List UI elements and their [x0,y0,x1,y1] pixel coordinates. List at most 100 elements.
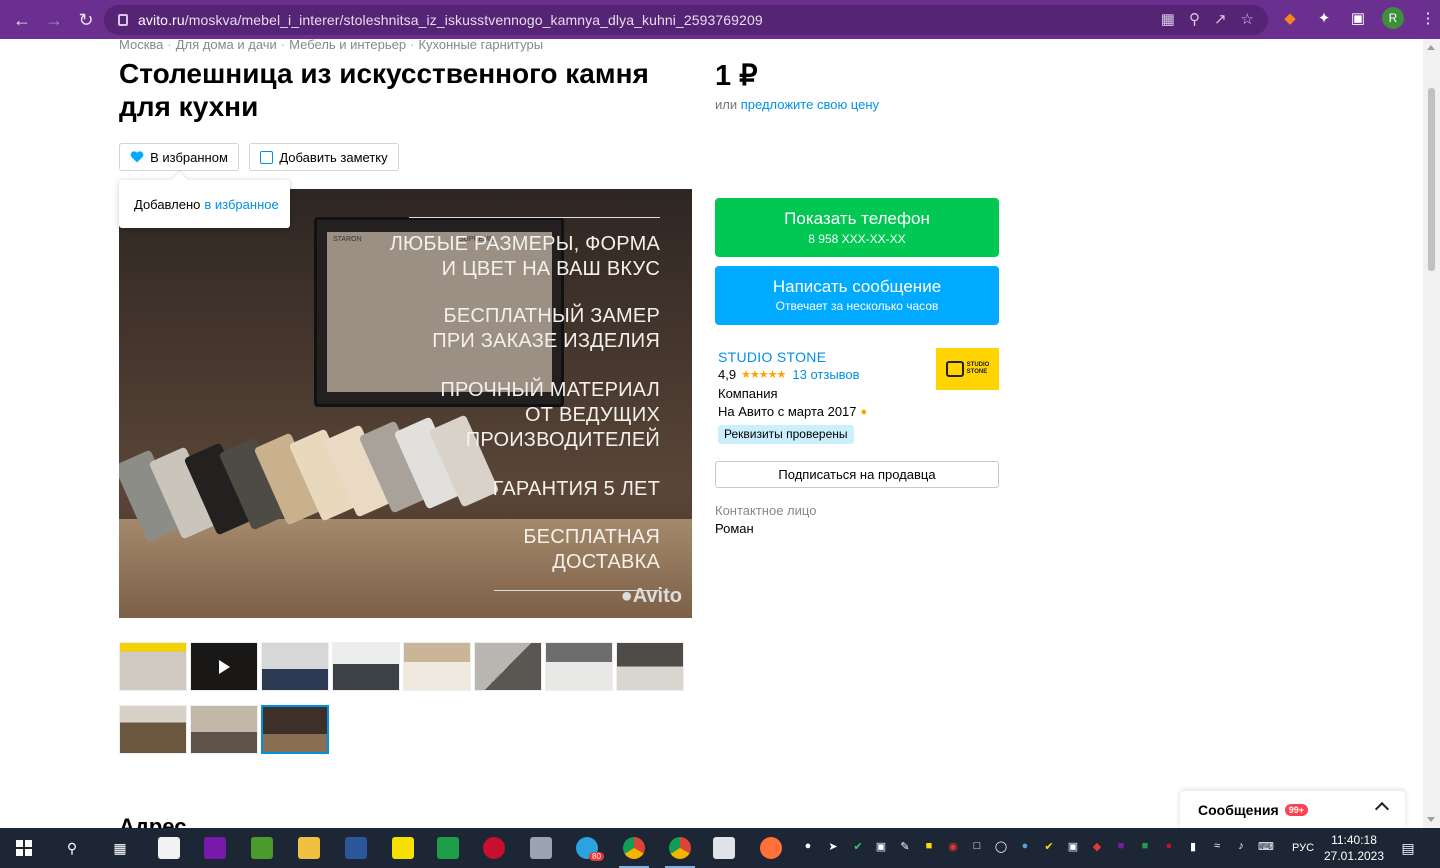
show-phone-button[interactable]: Показать телефон 8 958 XXX-XX-XX [715,198,999,257]
url-text[interactable]: avito.ru/moskva/mebel_i_interer/stoleshn… [138,12,763,28]
editor-app-icon[interactable] [251,837,273,859]
thumbnail[interactable] [119,642,187,691]
tray-icon[interactable]: ✔ [1041,838,1057,854]
translate-icon[interactable]: ▦ [1161,10,1175,28]
rating-stars-icon: ★★★★★ [741,369,786,381]
zoom-icon[interactable]: ⚲ [1189,10,1200,28]
calculator-app-icon[interactable] [713,837,735,859]
breadcrumb-item[interactable]: Кухонные гарнитуры [418,37,543,52]
app-icon[interactable] [530,837,552,859]
app-icon[interactable] [483,837,505,859]
avito-watermark: ●Avito [620,585,682,607]
back-icon[interactable]: ← [8,6,36,34]
onenote-app-icon[interactable] [204,837,226,859]
thumbnail[interactable] [190,705,258,754]
reload-icon[interactable]: ↻ [72,6,100,34]
chrome-app-icon[interactable] [623,837,645,859]
tray-icon[interactable]: ● [1017,838,1033,854]
metamask-extension-icon[interactable]: ◆ [1280,8,1300,28]
thumbnail[interactable] [261,642,329,691]
tray-icon[interactable]: ✎ [897,838,913,854]
seller-rating: 4,9 ★★★★★ 13 отзывов [718,367,860,382]
write-message-label: Написать сообщение [772,277,942,296]
lock-icon[interactable] [118,14,128,26]
tray-icon[interactable]: ● [800,838,816,854]
scroll-up-icon[interactable] [1427,45,1435,50]
thumbnail[interactable] [119,705,187,754]
wifi-icon[interactable]: ≈ [1209,838,1225,854]
seller-logo[interactable]: STUDIO STONE [936,348,999,390]
tray-icon[interactable]: □ [969,838,985,854]
sheets-app-icon[interactable] [437,837,459,859]
side-panel-icon[interactable]: ▣ [1348,8,1368,28]
messenger-badge: 99+ [1284,803,1308,816]
chevron-up-icon[interactable] [1374,801,1390,817]
extensions-puzzle-icon[interactable]: ✦ [1314,8,1334,28]
word-app-icon[interactable] [345,837,367,859]
telegram-badge: 80 [589,852,604,861]
profile-avatar[interactable]: R [1382,7,1404,29]
sticky-notes-icon[interactable] [392,837,414,859]
page-scrollbar[interactable] [1423,39,1440,828]
tray-icon[interactable]: ◉ [945,838,961,854]
contact-label: Контактное лицо [715,503,817,518]
menu-dots-icon[interactable]: ⋮ [1418,8,1438,28]
notepad-app-icon[interactable] [158,837,180,859]
seller-type: Компания [718,386,778,401]
thumbnail[interactable] [474,642,542,691]
keyboard-icon[interactable]: ⌨ [1258,838,1274,854]
scrollbar-thumb[interactable] [1427,87,1436,272]
favorite-button[interactable]: В избранном [119,143,239,171]
tray-icon[interactable]: ▣ [1065,838,1081,854]
notifications-icon[interactable]: ▤ [1396,836,1420,860]
share-icon[interactable]: ↗ [1214,10,1227,28]
heart-icon [130,151,144,163]
battery-icon[interactable]: ▮ [1185,838,1201,854]
video-thumbnail[interactable] [190,642,258,691]
subscribe-seller-button[interactable]: Подписаться на продавца [715,461,999,488]
volume-icon[interactable]: ♪ [1233,838,1249,854]
offer-price-link[interactable]: предложите свою цену [741,97,879,112]
language-indicator[interactable]: РУС [1292,842,1314,854]
firefox-app-icon[interactable] [760,837,782,859]
task-view-icon[interactable]: ▦ [108,836,132,860]
file-explorer-icon[interactable] [298,837,320,859]
seller-since: На Авито с марта 2017 ● [718,404,868,419]
thumbnail[interactable] [332,642,400,691]
thumbnail-selected[interactable] [261,705,329,754]
breadcrumb-item[interactable]: Для дома и дачи [176,37,277,52]
tray-icon[interactable]: ▣ [873,838,889,854]
tray-icon[interactable]: ✔ [850,838,866,854]
main-photo[interactable]: STARON SUPREME ЛЮБЫЕ РАЗМЕРЫ, ФОРМА И ЦВЕ… [119,189,692,618]
favorites-link[interactable]: в избранное [204,197,278,212]
write-message-button[interactable]: Написать сообщение Отвечает за несколько… [715,266,999,325]
seller-name-link[interactable]: STUDIO STONE [718,349,826,365]
tray-icon[interactable]: ■ [1113,838,1129,854]
system-clock[interactable]: 11:40:18 27.01.2023 [1318,832,1390,864]
address-bar[interactable]: avito.ru/moskva/mebel_i_interer/stoleshn… [104,5,1268,35]
breadcrumb-item[interactable]: Москва [119,37,163,52]
listing-title: Столешница из искусственного камня для к… [119,58,649,122]
tray-icon[interactable]: ■ [1137,838,1153,854]
verified-badge: Реквизиты проверены [718,425,854,444]
thumbnail[interactable] [545,642,613,691]
scroll-down-icon[interactable] [1427,817,1435,822]
add-note-button[interactable]: Добавить заметку [249,143,399,171]
reviews-link[interactable]: 13 отзывов [792,367,859,382]
thumbnail[interactable] [616,642,684,691]
tray-icon[interactable]: ◯ [993,838,1009,854]
bookmark-star-icon[interactable]: ☆ [1241,10,1254,28]
search-icon[interactable]: ⚲ [60,836,84,860]
breadcrumb-item[interactable]: Мебель и интерьер [289,37,406,52]
tray-icon[interactable]: ◆ [1089,838,1105,854]
favorite-button-label: В избранном [150,149,228,165]
windows-start-icon[interactable] [12,836,36,860]
chrome-app-icon[interactable] [669,837,691,859]
thumbnail[interactable] [403,642,471,691]
tray-icon[interactable]: ● [1161,838,1177,854]
forward-icon[interactable]: → [40,6,68,34]
messenger-widget[interactable]: Сообщения 99+ [1180,791,1405,828]
tray-icon[interactable]: ➤ [825,838,841,854]
response-time: Отвечает за несколько часов [775,299,939,313]
tray-icon[interactable]: ■ [921,838,937,854]
